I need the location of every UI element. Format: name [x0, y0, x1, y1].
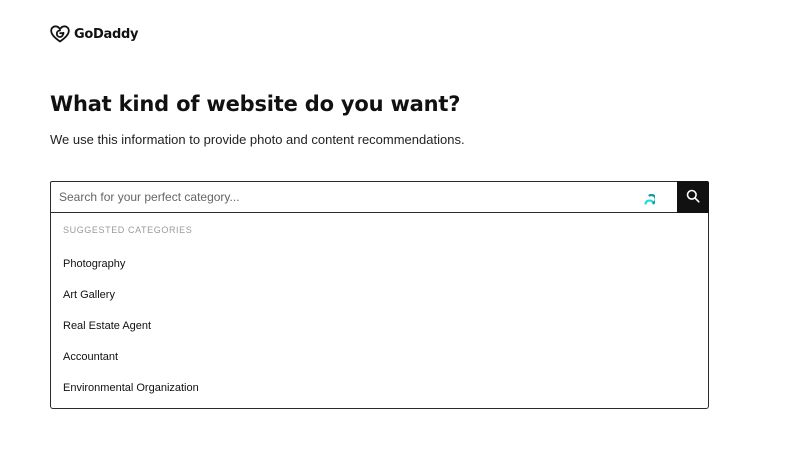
suggestion-item-photography[interactable]: Photography [51, 248, 708, 279]
suggestions-dropdown: SUGGESTED CATEGORIES Photography Art Gal… [50, 213, 709, 409]
search-icon [686, 189, 700, 206]
spinner-icon [644, 192, 657, 205]
page: GoDaddy What kind of website do you want… [0, 0, 800, 452]
suggestion-item-art-gallery[interactable]: Art Gallery [51, 279, 708, 310]
godaddy-logo[interactable]: GoDaddy [50, 24, 138, 44]
suggestion-item-accountant[interactable]: Accountant [51, 342, 708, 373]
category-search-input[interactable] [50, 181, 677, 213]
godaddy-heart-logo-icon [50, 24, 70, 44]
page-title: What kind of website do you want? [50, 92, 461, 116]
page-subtitle: We use this information to provide photo… [50, 132, 465, 147]
search-button[interactable] [677, 181, 709, 213]
suggestions-heading: SUGGESTED CATEGORIES [63, 225, 193, 235]
suggestion-item-real-estate-agent[interactable]: Real Estate Agent [51, 310, 708, 341]
category-search [50, 181, 709, 213]
suggestion-item-environmental-organization[interactable]: Environmental Organization [51, 373, 708, 404]
suggestions-list: Photography Art Gallery Real Estate Agen… [51, 248, 708, 404]
brand-name: GoDaddy [74, 26, 139, 42]
